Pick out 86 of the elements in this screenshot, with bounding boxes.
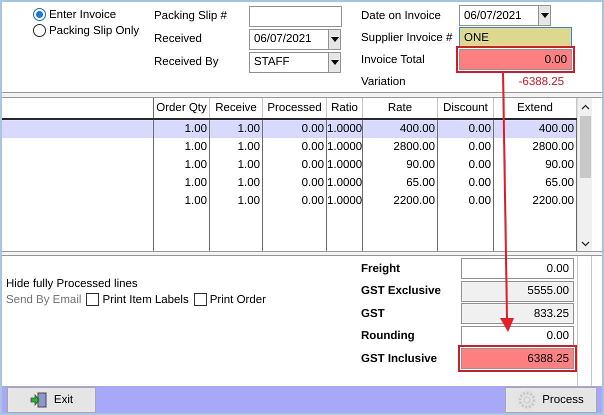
variation-value: -6388.25 [518,76,565,88]
scroll-thumb[interactable] [580,116,590,178]
gear-icon [518,390,536,408]
column-header[interactable]: Order Qty [154,98,210,118]
table-cell: 0.00 [263,156,327,174]
total-field: 6388.25 [461,348,574,370]
table-cell: 1.0000 [327,174,363,192]
checkbox-label[interactable]: Print Item Labels [102,294,189,306]
table-cell: 65.00 [363,174,438,192]
table-cell: 1.00 [154,156,210,174]
table-cell: 1.00 [210,156,263,174]
input-field[interactable]: ONE [459,27,572,48]
total-field: 5555.00 [461,280,574,302]
field-label: Invoice Total [361,54,426,66]
total-field: 833.25 [461,303,574,324]
total-field[interactable]: 0.00 [461,258,574,280]
table-cell: 400.00 [363,120,438,138]
table-cell: 0.00 [438,174,494,192]
table-cell: 1.0000 [327,192,363,210]
radio-button[interactable] [33,24,46,37]
caret-icon [330,36,338,42]
table-cell: 1.00 [210,138,263,156]
dropdown-button[interactable] [329,52,341,72]
table-cell: 1.0000 [327,156,363,174]
column-header[interactable]: Receive [210,98,263,118]
table-cell: 1.00 [210,174,263,192]
column-header[interactable]: Rate [363,98,438,118]
hide-processed-label[interactable]: Hide fully Processed lines [6,278,361,290]
scroll-down-icon [580,241,590,247]
table-cell: 0.00 [438,120,494,138]
column-header[interactable]: Processed [263,98,327,118]
field-label: Date on Invoice [361,10,442,22]
scroll-up-icon [580,104,590,110]
radio-option[interactable]: Enter Invoice [33,8,154,21]
total-label: GST Inclusive [361,352,438,365]
select-field[interactable]: STAFF [249,52,329,72]
input-field[interactable]: 0.00 [459,49,572,70]
table-cell: 1.00 [210,192,263,210]
table-cell: 1.00 [154,174,210,192]
total-label: GST [361,308,386,320]
table-cell: 90.00 [363,156,438,174]
field-label: Packing Slip # [154,10,228,22]
checkbox-label[interactable]: Print Order [210,294,266,306]
total-label: Rounding [361,330,416,342]
table-cell: 1.00 [210,120,263,138]
exit-button[interactable]: Exit [7,386,96,412]
column-header[interactable]: Discount [438,98,494,118]
field-label: Supplier Invoice # [361,32,454,44]
table-cell: 1.0000 [327,138,363,156]
checkbox[interactable] [86,293,100,306]
radio-option[interactable]: Packing Slip Only [33,24,154,37]
field-label: Variation [361,76,407,88]
table-row[interactable]: 1.00 1.00 0.00 1.0000 400.00 0.00 400.00 [2,120,577,138]
table-cell: 0.00 [438,138,494,156]
table-cell: 2800.00 [363,138,438,156]
table-cell: 0.00 [263,138,327,156]
field-label: Received By [154,56,220,68]
table-cell: 0.00 [263,120,327,138]
dropdown-button[interactable] [539,5,551,26]
total-field[interactable]: 0.00 [461,326,574,347]
date-field[interactable]: 06/07/2021 [459,5,539,26]
field-label: Received [154,33,203,45]
table-cell: 0.00 [438,192,494,210]
table-cell: 0.00 [438,156,494,174]
caret-icon [540,13,548,18]
table-cell: 1.00 [154,120,210,138]
radio-button[interactable] [33,8,46,21]
input-field[interactable] [249,6,342,26]
table-cell: 0.00 [263,192,327,210]
total-label: Freight [361,262,401,275]
caret-icon [330,60,338,64]
scrollbar[interactable] [577,98,592,251]
dropdown-button[interactable] [329,28,341,50]
table-cell: 1.0000 [327,120,363,138]
table-cell: 2200.00 [363,192,438,210]
total-label: GST Exclusive [361,285,442,298]
table-cell: 0.00 [263,174,327,192]
radio-label: Packing Slip Only [49,24,140,36]
column-header[interactable]: Ratio [327,98,363,118]
radio-label: Enter Invoice [49,8,116,20]
date-field[interactable]: 06/07/2021 [249,28,329,50]
checkbox[interactable] [194,293,207,306]
table-cell: 1.00 [154,138,210,156]
exit-door-icon [30,392,48,408]
process-button[interactable]: Process [505,386,597,412]
table-cell: 1.00 [154,192,210,210]
